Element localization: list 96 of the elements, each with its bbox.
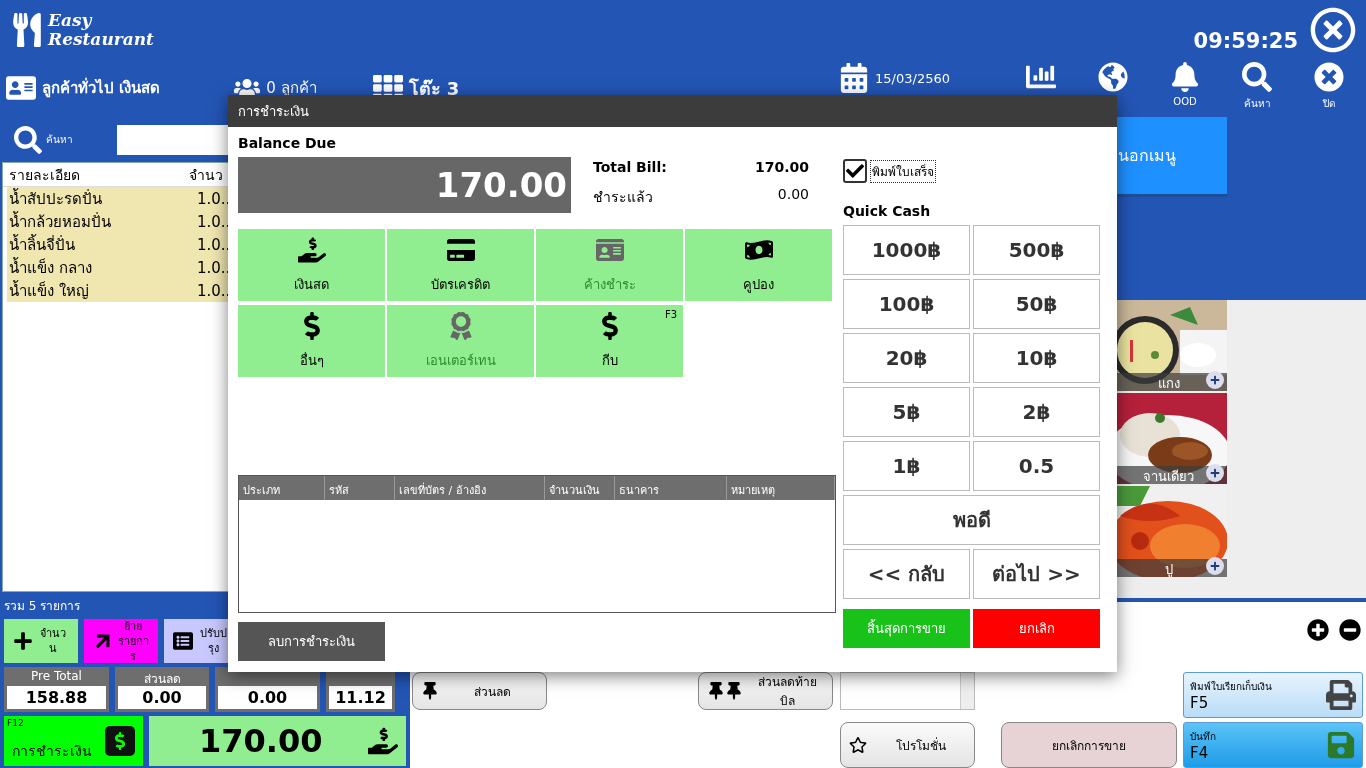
column-header: รายละเอียด: [8, 165, 80, 185]
toolbar-button[interactable]: OOD: [1154, 62, 1216, 115]
total-label: ส่วนลด: [143, 671, 181, 685]
action-button[interactable]: โปรโมชั่น: [840, 722, 975, 768]
column-header: เลขที่บัตร / อ้างอิง: [395, 476, 545, 500]
hand-money-icon: [297, 235, 326, 264]
item-name: น้ำแข็ง ใหญ่: [8, 279, 89, 302]
close-icon: [1314, 62, 1344, 93]
hand-money-icon: [368, 726, 398, 756]
menu-item[interactable]: ปู: [1110, 486, 1227, 577]
cash-amount-button[interactable]: 0.5: [973, 441, 1100, 491]
column-header: จำนว: [188, 165, 223, 185]
payment-method-button[interactable]: คูปอง: [685, 229, 832, 301]
calendar-icon: [839, 63, 870, 94]
item-name: น้ำสัปปะรดปั่น: [8, 187, 102, 210]
cash-amount-button[interactable]: 100฿: [843, 279, 970, 329]
item-name: น้ำแข็ง กลาง: [8, 256, 92, 279]
menu-item[interactable]: จานเดียว: [1110, 393, 1227, 484]
cash-amount-button[interactable]: 1000฿: [843, 225, 970, 275]
back-button[interactable]: << กลับ: [843, 549, 970, 599]
total-value: 0.00: [218, 686, 317, 709]
column-header: รหัส: [325, 476, 395, 500]
summary-label: Total Bill:: [593, 159, 668, 177]
total-label: Pre Total: [31, 669, 82, 685]
grand-total: 170.00: [199, 722, 323, 760]
summary-value: 170.00: [754, 159, 809, 177]
column-header: ประเภท: [239, 476, 325, 500]
bell-icon: [1170, 62, 1200, 93]
print-bill-button[interactable]: พิมพ์ใบเรียกเก็บเงิน F5: [1183, 672, 1363, 718]
dialog-title: การชำระเงิน: [228, 95, 1117, 127]
dollar-icon: [105, 726, 135, 756]
total-value: 158.88: [7, 686, 106, 709]
column-header: จำนวนเงิน: [545, 476, 615, 500]
next-button[interactable]: ต่อไป >>: [973, 549, 1100, 599]
delete-payment-button[interactable]: ลบการชำระเงิน: [238, 622, 385, 661]
customer-name[interactable]: ลูกค้าทั่วไป เงินสด: [42, 76, 161, 101]
save-icon: [1326, 730, 1356, 760]
date-text: 15/03/2560: [875, 70, 950, 86]
action-button[interactable]: ยกเลิกการขาย: [1001, 722, 1177, 768]
search-icon[interactable]: [14, 125, 42, 154]
save-button[interactable]: บันทึก F4: [1183, 722, 1363, 768]
scrollbar[interactable]: [960, 673, 974, 709]
zoom-out-icon[interactable]: [1339, 619, 1361, 641]
star-icon: [849, 736, 867, 754]
cash-amount-button[interactable]: 10฿: [973, 333, 1100, 383]
cancel-button[interactable]: ยกเลิก: [973, 609, 1100, 648]
quick-cash-label: Quick Cash: [843, 203, 932, 219]
summary-value: 0.00: [776, 186, 809, 204]
column-header: หมายเหตุ: [727, 476, 835, 500]
toolbar-button[interactable]: ปิด: [1298, 62, 1360, 115]
menu-item[interactable]: แกง: [1110, 300, 1227, 391]
action-button[interactable]: ส่วนลดท้ายบิล: [698, 672, 833, 710]
cash-amount-button[interactable]: 1฿: [843, 441, 970, 491]
close-icon[interactable]: [1310, 6, 1356, 53]
item-name: น้ำกล้วยหอมปั่น: [8, 210, 111, 233]
total-value: 0.00: [118, 686, 206, 709]
item-quantity: 1.0..: [196, 259, 231, 277]
payment-button[interactable]: F12 การชำระเงิน: [4, 716, 143, 766]
payment-method-button[interactable]: F3 กีบ: [536, 305, 683, 377]
balance-label: Balance Due: [238, 135, 338, 153]
total-value: 11.12: [329, 686, 392, 709]
payment-method-button[interactable]: เงินสด: [238, 229, 385, 301]
payment-method-button[interactable]: บัตรเครดิต: [387, 229, 534, 301]
zoom-in-icon[interactable]: [1307, 619, 1329, 641]
item-count: รวม 5 รายการ: [4, 598, 82, 615]
action-button[interactable]: ย้ายรายการ: [84, 619, 158, 663]
balance-due: 170.00: [238, 157, 571, 213]
checkbox-label[interactable]: พิมพ์ใบเสร็จ: [870, 159, 936, 183]
logo-text: Easy Restaurant: [48, 10, 154, 49]
item-quantity: 1.0..: [196, 236, 231, 254]
column-header: ธนาคาร: [615, 476, 727, 500]
fork-knife-icon: [10, 12, 44, 47]
action-button[interactable]: ส่วนลด: [412, 672, 547, 710]
toolbar-button[interactable]: ค้นหา: [1226, 62, 1288, 115]
pins-icon: [707, 682, 743, 700]
cash-amount-button[interactable]: 5฿: [843, 387, 970, 437]
summary-label: ชำระแล้ว: [593, 188, 654, 207]
search-label[interactable]: ค้นหา: [46, 132, 73, 147]
checkbox[interactable]: [843, 159, 867, 183]
list-edit-icon: [173, 631, 193, 651]
printer-icon: [1326, 680, 1356, 710]
pin-icon: [421, 682, 439, 700]
item-name: น้ำลิ้นจี่ปั่น: [8, 233, 75, 256]
list-box[interactable]: [840, 672, 975, 710]
cash-amount-button[interactable]: 50฿: [973, 279, 1100, 329]
cash-amount-button[interactable]: 2฿: [973, 387, 1100, 437]
item-quantity: 1.0..: [196, 282, 231, 300]
cash-amount-button[interactable]: 500฿: [973, 225, 1100, 275]
item-quantity: 1.0..: [196, 213, 231, 231]
exact-amount-button[interactable]: พอดี: [843, 495, 1100, 545]
payment-method-button[interactable]: อื่นๆ: [238, 305, 385, 377]
search-icon: [1242, 62, 1272, 93]
action-button[interactable]: จำนวน: [4, 619, 78, 663]
cash-amount-button[interactable]: 20฿: [843, 333, 970, 383]
clock-time: 09:59:25: [1193, 28, 1298, 53]
item-quantity: 1.0..: [196, 190, 231, 208]
